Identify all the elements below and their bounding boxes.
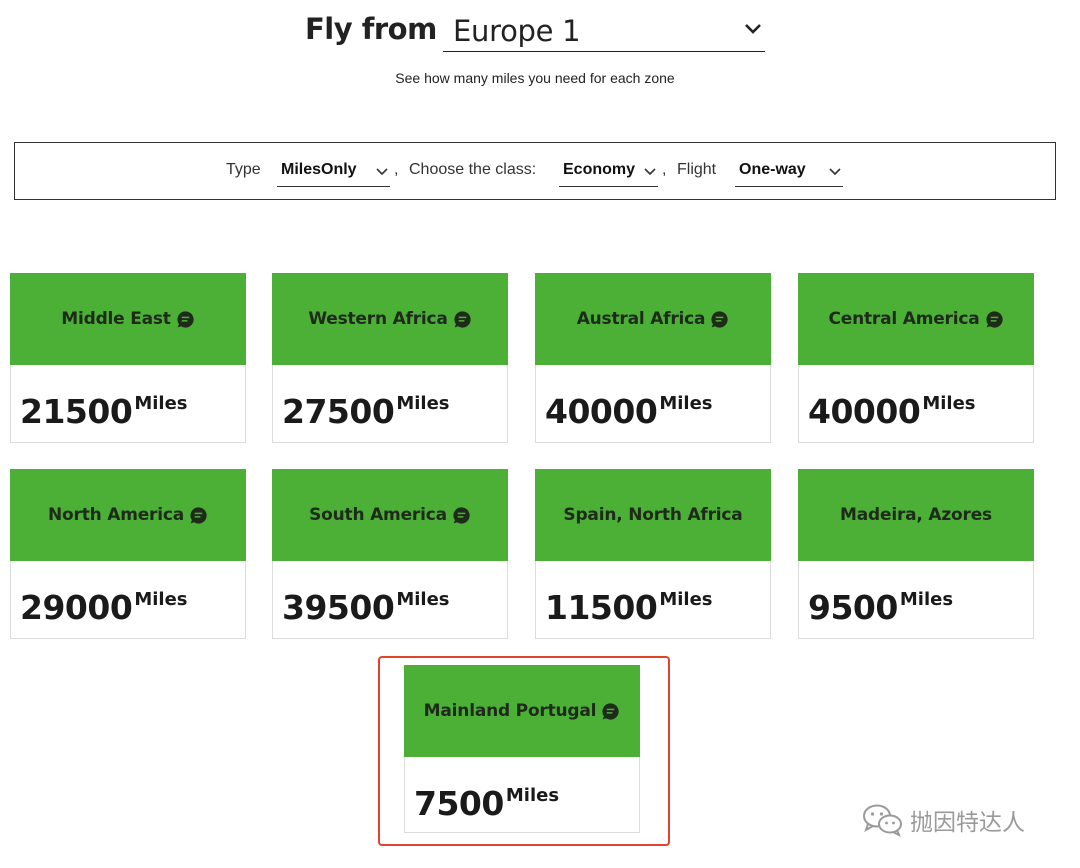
chat-bubble-icon[interactable] — [601, 702, 620, 721]
zone-name: Mainland Portugal — [423, 701, 597, 721]
flight-select[interactable]: One-way — [735, 157, 843, 187]
miles-value: 40000 — [808, 392, 921, 431]
miles-unit: Miles — [396, 393, 450, 414]
chevron-down-icon — [829, 168, 841, 176]
page-subtitle: See how many miles you need for each zon… — [395, 70, 675, 86]
miles-value: 11500 — [545, 588, 658, 627]
zone-card-middle-east[interactable]: Middle East 21500 Miles — [10, 273, 246, 443]
zone-card-header: Austral Africa — [535, 273, 771, 365]
zone-miles: 40000 Miles — [808, 392, 976, 431]
zone-name: Austral Africa — [576, 309, 706, 329]
miles-unit: Miles — [659, 589, 713, 610]
chevron-down-icon — [376, 168, 388, 176]
miles-unit: Miles — [899, 589, 954, 610]
origin-select-value: Europe 1 — [453, 14, 581, 48]
miles-value: 9500 — [808, 588, 898, 627]
zone-miles: 27500 Miles — [282, 392, 450, 431]
chat-bubble-icon[interactable] — [710, 310, 729, 329]
miles-unit: Miles — [134, 393, 188, 414]
flight-select-value: One-way — [739, 161, 806, 178]
chat-bubble-icon[interactable] — [452, 506, 471, 525]
zone-card-south-america[interactable]: South America 39500 Miles — [272, 469, 508, 639]
zone-miles: 7500 Miles — [414, 784, 559, 823]
zone-card-spain-north-africa[interactable]: Spain, North Africa 11500 Miles — [535, 469, 771, 639]
zone-card-north-america[interactable]: North America 29000 Miles — [10, 469, 246, 639]
type-select[interactable]: MilesOnly — [277, 157, 390, 187]
filter-separator: , — [394, 161, 399, 178]
zone-name: South America — [309, 505, 447, 525]
miles-unit: Miles — [922, 393, 976, 414]
chat-bubble-icon[interactable] — [176, 310, 195, 329]
zone-card-madeira-azores[interactable]: Madeira, Azores 9500 Miles — [798, 469, 1034, 639]
zone-card-header: Western Africa — [272, 273, 508, 365]
zone-name: Spain, North Africa — [563, 505, 743, 525]
chevron-down-icon — [644, 168, 656, 176]
zone-miles: 21500 Miles — [20, 392, 188, 431]
type-select-value: MilesOnly — [281, 161, 357, 178]
chat-bubble-icon[interactable] — [453, 310, 472, 329]
zone-name: Western Africa — [308, 309, 448, 329]
zone-card-header: Spain, North Africa — [535, 469, 771, 561]
fly-from-label: Fly from — [305, 12, 437, 46]
zone-miles: 40000 Miles — [545, 392, 713, 431]
zone-card-header: South America — [272, 469, 508, 561]
miles-value: 39500 — [282, 588, 395, 627]
chevron-down-icon — [745, 24, 761, 34]
miles-value: 21500 — [20, 392, 133, 431]
zone-miles: 29000 Miles — [20, 588, 188, 627]
zone-card-mainland-portugal[interactable]: Mainland Portugal 7500 Miles — [404, 665, 640, 833]
zone-name: Madeira, Azores — [840, 505, 992, 525]
class-select-value: Economy — [563, 161, 636, 178]
zone-miles: 9500 Miles — [808, 588, 953, 627]
chat-bubble-icon[interactable] — [189, 506, 208, 525]
zone-card-central-america[interactable]: Central America 40000 Miles — [798, 273, 1034, 443]
miles-unit: Miles — [396, 589, 450, 610]
zone-name: Central America — [828, 309, 980, 329]
zone-card-header: Mainland Portugal — [404, 665, 640, 757]
zone-card-header: Middle East — [10, 273, 246, 365]
miles-value: 29000 — [20, 588, 133, 627]
miles-unit: Miles — [134, 589, 188, 610]
zone-miles: 39500 Miles — [282, 588, 450, 627]
zone-card-austral-africa[interactable]: Austral Africa 40000 Miles — [535, 273, 771, 443]
zone-card-western-africa[interactable]: Western Africa 27500 Miles — [272, 273, 508, 443]
watermark: 抛因特达人 — [862, 803, 1025, 837]
chat-bubble-icon[interactable] — [985, 310, 1004, 329]
zone-miles: 11500 Miles — [545, 588, 713, 627]
miles-value: 40000 — [545, 392, 658, 431]
filter-bar: Type MilesOnly , Choose the class: Econo… — [14, 142, 1056, 200]
miles-unit: Miles — [505, 785, 560, 806]
zone-name: Middle East — [61, 309, 171, 329]
wechat-icon — [863, 804, 902, 837]
zone-card-header: North America — [10, 469, 246, 561]
zone-name: North America — [48, 505, 184, 525]
origin-select[interactable]: Europe 1 — [443, 8, 765, 52]
type-label: Type — [226, 161, 261, 178]
flight-label: Flight — [677, 161, 717, 178]
zone-card-header: Central America — [798, 273, 1034, 365]
miles-value: 7500 — [414, 784, 504, 823]
miles-value: 27500 — [282, 392, 395, 431]
watermark-text: 抛因特达人 — [910, 810, 1025, 836]
miles-unit: Miles — [659, 393, 713, 414]
class-label: Choose the class: — [409, 161, 537, 178]
filter-separator: , — [662, 161, 667, 178]
class-select[interactable]: Economy — [559, 157, 658, 187]
zone-card-header: Madeira, Azores — [798, 469, 1034, 561]
